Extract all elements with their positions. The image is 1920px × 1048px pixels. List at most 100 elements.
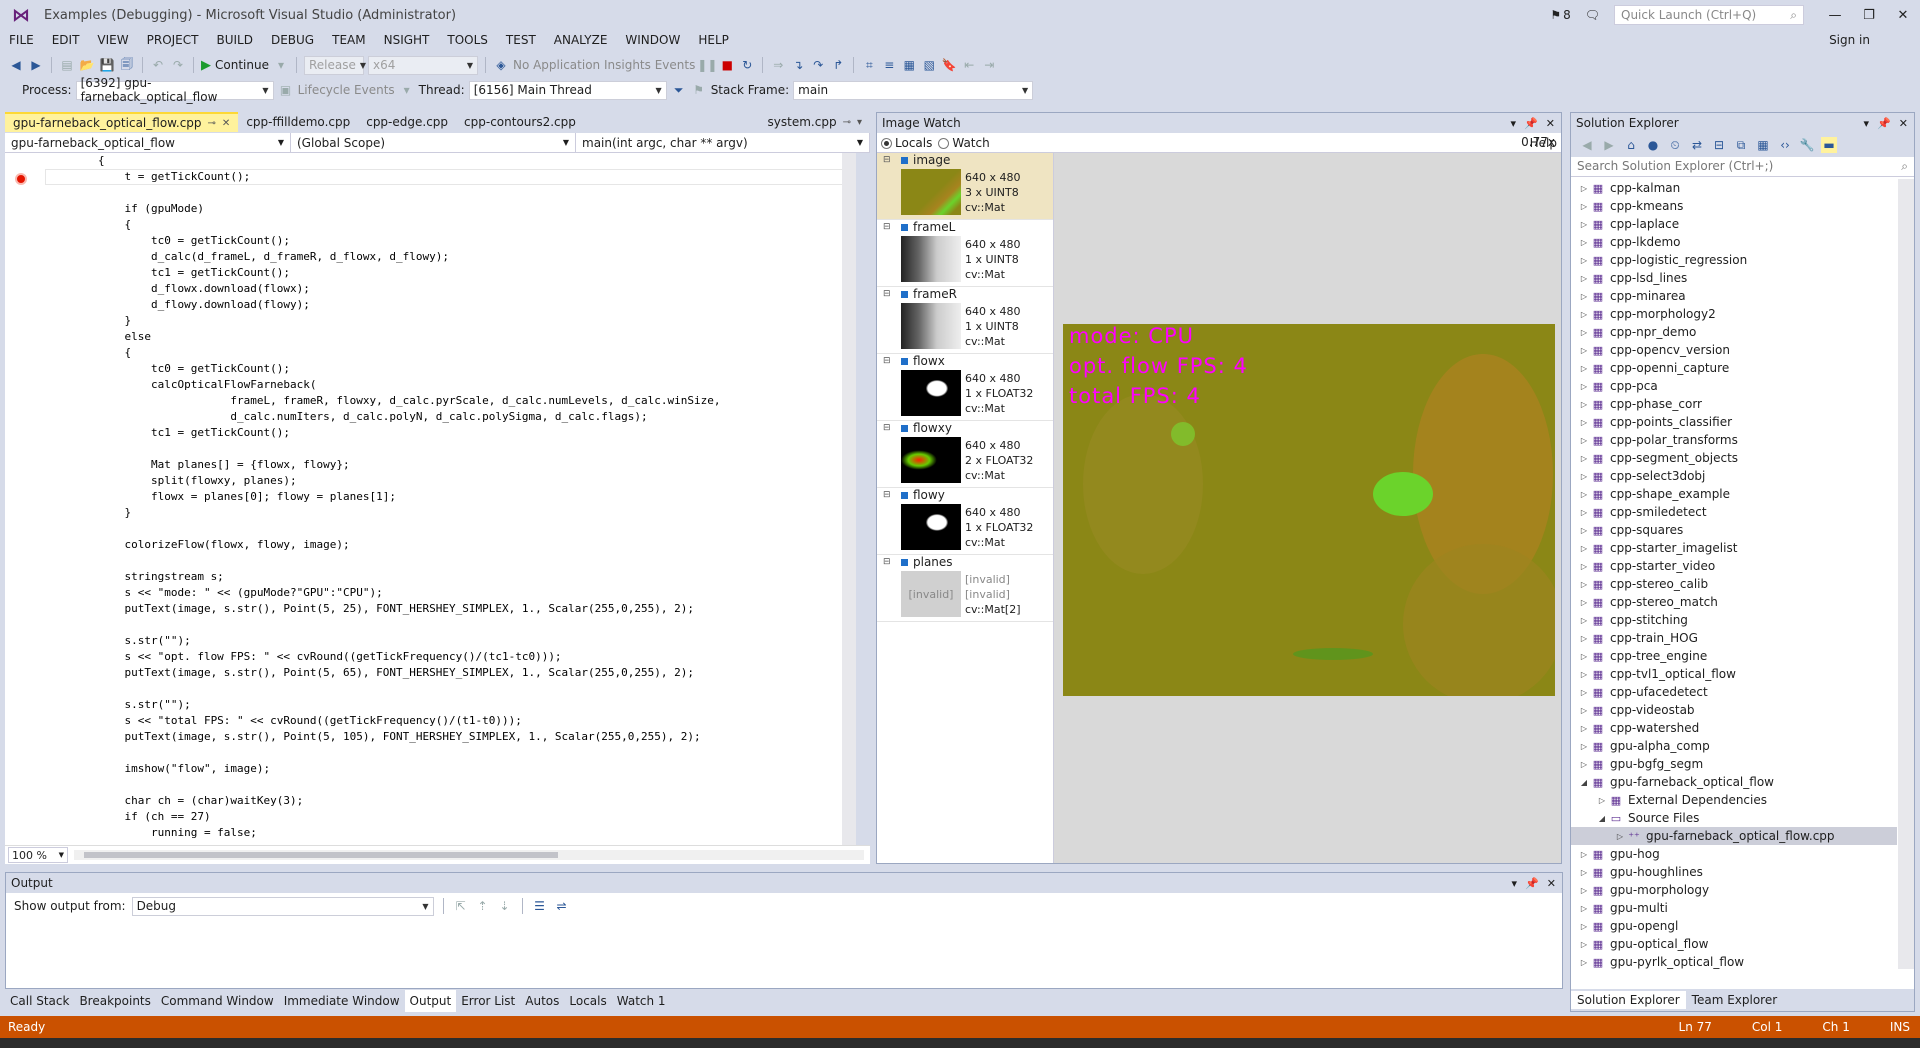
code-line[interactable]: if (gpuMode) <box>45 201 721 217</box>
collapsed-arrow-icon[interactable]: ▷ <box>1577 490 1591 499</box>
document-tab[interactable]: system.cpp ⊸ ▾ <box>760 112 870 132</box>
sync-icon[interactable]: ⇄ <box>1689 137 1705 153</box>
collapsed-arrow-icon[interactable]: ▷ <box>1577 400 1591 409</box>
collapsed-arrow-icon[interactable]: ▷ <box>1577 220 1591 229</box>
code-line[interactable] <box>45 553 721 569</box>
code-line[interactable]: s << "opt. flow FPS: " << cvRound((getTi… <box>45 649 721 665</box>
platform-dropdown[interactable]: x64 ▼ <box>367 55 478 75</box>
process-dropdown[interactable]: [6392] gpu-farneback_optical_flow ▼ <box>75 76 274 104</box>
editor-horizontal-scrollbar[interactable] <box>74 850 864 860</box>
continue-dropdown-icon[interactable]: ▾ <box>273 57 289 73</box>
image-thumbnail[interactable] <box>901 236 961 282</box>
solution-tree-item[interactable]: ▷ ▦ cpp-stitching <box>1571 611 1897 629</box>
code-line[interactable]: putText(image, s.str(), Point(5, 105), F… <box>45 729 721 745</box>
save-all-icon[interactable]: 🗐 <box>119 57 135 73</box>
pending-changes-icon[interactable]: ⏲ <box>1667 137 1683 153</box>
step-out-icon[interactable]: ↱ <box>830 57 846 73</box>
solution-tree-item[interactable]: ▷ ▦ cpp-tree_engine <box>1571 647 1897 665</box>
menu-nsight[interactable]: NSIGHT <box>375 33 439 47</box>
editor-zoom-dropdown[interactable]: 100 % ▼ <box>8 847 68 863</box>
undo-icon[interactable]: ↶ <box>150 57 166 73</box>
code-line[interactable]: d_flowy.download(flowy); <box>45 297 721 313</box>
code-text[interactable]: { t = getTickCount(); if (gpuMode) { tc0… <box>45 153 721 841</box>
collapsed-arrow-icon[interactable]: ▷ <box>1577 382 1591 391</box>
code-line[interactable]: { <box>45 153 721 169</box>
code-line[interactable]: } <box>45 313 721 329</box>
collapsed-arrow-icon[interactable]: ▷ <box>1577 472 1591 481</box>
solution-tree-item[interactable]: ▷ ▦ cpp-stereo_calib <box>1571 575 1897 593</box>
solution-tree-item[interactable]: ▷ ▦ cpp-watershed <box>1571 719 1897 737</box>
solution-tree-item[interactable]: ▷ ▦ cpp-lsd_lines <box>1571 269 1897 287</box>
document-tab[interactable]: cpp-ffilldemo.cpp <box>238 112 358 132</box>
solution-tree-item[interactable]: ▷ ▦ cpp-logistic_regression <box>1571 251 1897 269</box>
collapsed-arrow-icon[interactable]: ▷ <box>1577 364 1591 373</box>
image-thumbnail[interactable] <box>901 169 961 215</box>
menu-project[interactable]: PROJECT <box>138 33 208 47</box>
solution-tree-item[interactable]: ▷ ▦ gpu-bgfg_segm <box>1571 755 1897 773</box>
filter-icon[interactable]: ⏷ <box>671 82 687 98</box>
flow-image-preview[interactable]: mode: CPU opt. flow FPS: 4 total FPS: 4 <box>1063 324 1555 696</box>
application-insights-icon[interactable]: ◈ <box>493 57 509 73</box>
collapse-icon[interactable]: ⊟ <box>883 557 891 567</box>
tab-output[interactable]: Output <box>404 990 457 1012</box>
solution-tree-item[interactable]: ▷ ▦ cpp-train_HOG <box>1571 629 1897 647</box>
refresh-icon[interactable]: ▦ <box>1755 137 1771 153</box>
collapsed-arrow-icon[interactable]: ▷ <box>1577 238 1591 247</box>
solution-tree-item[interactable]: ▷ ▦ cpp-stereo_match <box>1571 593 1897 611</box>
collapsed-arrow-icon[interactable]: ▷ <box>1577 904 1591 913</box>
output-source-dropdown[interactable]: Debug ▼ <box>131 896 434 916</box>
collapsed-arrow-icon[interactable]: ▷ <box>1577 184 1591 193</box>
stack-frame-dropdown[interactable]: main ▼ <box>793 80 1034 100</box>
solution-tree-item[interactable]: ▷ ▦ cpp-morphology2 <box>1571 305 1897 323</box>
close-icon[interactable]: ✕ <box>1547 877 1556 890</box>
collapsed-arrow-icon[interactable]: ▷ <box>1577 850 1591 859</box>
document-tab[interactable]: cpp-contours2.cpp <box>456 112 584 132</box>
code-line[interactable]: { <box>45 217 721 233</box>
application-insights-events[interactable]: No Application Insights Events <box>513 58 695 72</box>
save-icon[interactable]: 💾 <box>99 57 115 73</box>
solution-tree-item[interactable]: ▷ ▦ gpu-morphology <box>1571 881 1897 899</box>
solution-tree-item[interactable]: ▷ ▦ cpp-starter_imagelist <box>1571 539 1897 557</box>
solution-tree-item[interactable]: ▷ ▦ cpp-smiledetect <box>1571 503 1897 521</box>
code-line[interactable]: { <box>45 345 721 361</box>
code-line[interactable]: s << "total FPS: " << cvRound((getTickFr… <box>45 713 721 729</box>
next-bookmark-icon[interactable]: ⇥ <box>981 57 997 73</box>
collapse-all-icon[interactable]: ⊟ <box>1711 137 1727 153</box>
collapsed-arrow-icon[interactable]: ▷ <box>1577 562 1591 571</box>
solution-tree-item[interactable]: ▷ ▦ cpp-points_classifier <box>1571 413 1897 431</box>
code-line[interactable]: flowx = planes[0]; flowy = planes[1]; <box>45 489 721 505</box>
solution-tree-item[interactable]: ▷ ▦ cpp-squares <box>1571 521 1897 539</box>
solution-tree-item[interactable]: ▷ ▦ cpp-shape_example <box>1571 485 1897 503</box>
menu-edit[interactable]: EDIT <box>43 33 89 47</box>
threads-icon[interactable]: ≡ <box>881 57 897 73</box>
code-line[interactable] <box>45 617 721 633</box>
collapsed-arrow-icon[interactable]: ▷ <box>1577 886 1591 895</box>
code-line[interactable] <box>45 185 721 201</box>
back-icon[interactable]: ◀ <box>1579 137 1595 153</box>
collapsed-arrow-icon[interactable]: ▷ <box>1577 616 1591 625</box>
code-line[interactable] <box>45 441 721 457</box>
collapsed-arrow-icon[interactable]: ▷ <box>1577 328 1591 337</box>
code-line[interactable]: tc1 = getTickCount(); <box>45 425 721 441</box>
solution-tree-item[interactable]: ▷ ▦ cpp-kalman <box>1571 179 1897 197</box>
image-watch-item[interactable]: ⊟ frameL 640 x 480 1 x UINT8 cv::Mat <box>877 220 1053 287</box>
image-watch-item[interactable]: ⊟ flowx 640 x 480 1 x FLOAT32 cv::Mat <box>877 354 1053 421</box>
breakpoint-icon[interactable] <box>15 173 27 185</box>
flag-thread-icon[interactable]: ⚑ <box>691 82 707 98</box>
solution-tree-item[interactable]: ▷ ▦ gpu-optical_flow <box>1571 935 1897 953</box>
image-thumbnail[interactable] <box>901 370 961 416</box>
collapsed-arrow-icon[interactable]: ▷ <box>1577 292 1591 301</box>
collapsed-arrow-icon[interactable]: ▷ <box>1577 310 1591 319</box>
collapsed-arrow-icon[interactable]: ▷ <box>1577 346 1591 355</box>
solution-tree-item[interactable]: ▷ ▦ External Dependencies <box>1571 791 1897 809</box>
solution-tree-item[interactable]: ▷ ▦ cpp-phase_corr <box>1571 395 1897 413</box>
back-icon[interactable]: ◀ <box>8 57 24 73</box>
image-watch-item[interactable]: ⊟ planes [invalid] [invalid] [invalid] cv::Ma… <box>877 555 1053 622</box>
menu-debug[interactable]: DEBUG <box>262 33 323 47</box>
collapsed-arrow-icon[interactable]: ▷ <box>1595 796 1609 805</box>
code-line[interactable]: imshow("flow", image); <box>45 761 721 777</box>
collapsed-arrow-icon[interactable]: ▷ <box>1577 508 1591 517</box>
code-line[interactable] <box>45 521 721 537</box>
restore-button[interactable]: ❐ <box>1852 8 1886 23</box>
image-watch-item[interactable]: ⊟ image 640 x 480 3 x UINT8 cv::Mat <box>877 153 1053 220</box>
